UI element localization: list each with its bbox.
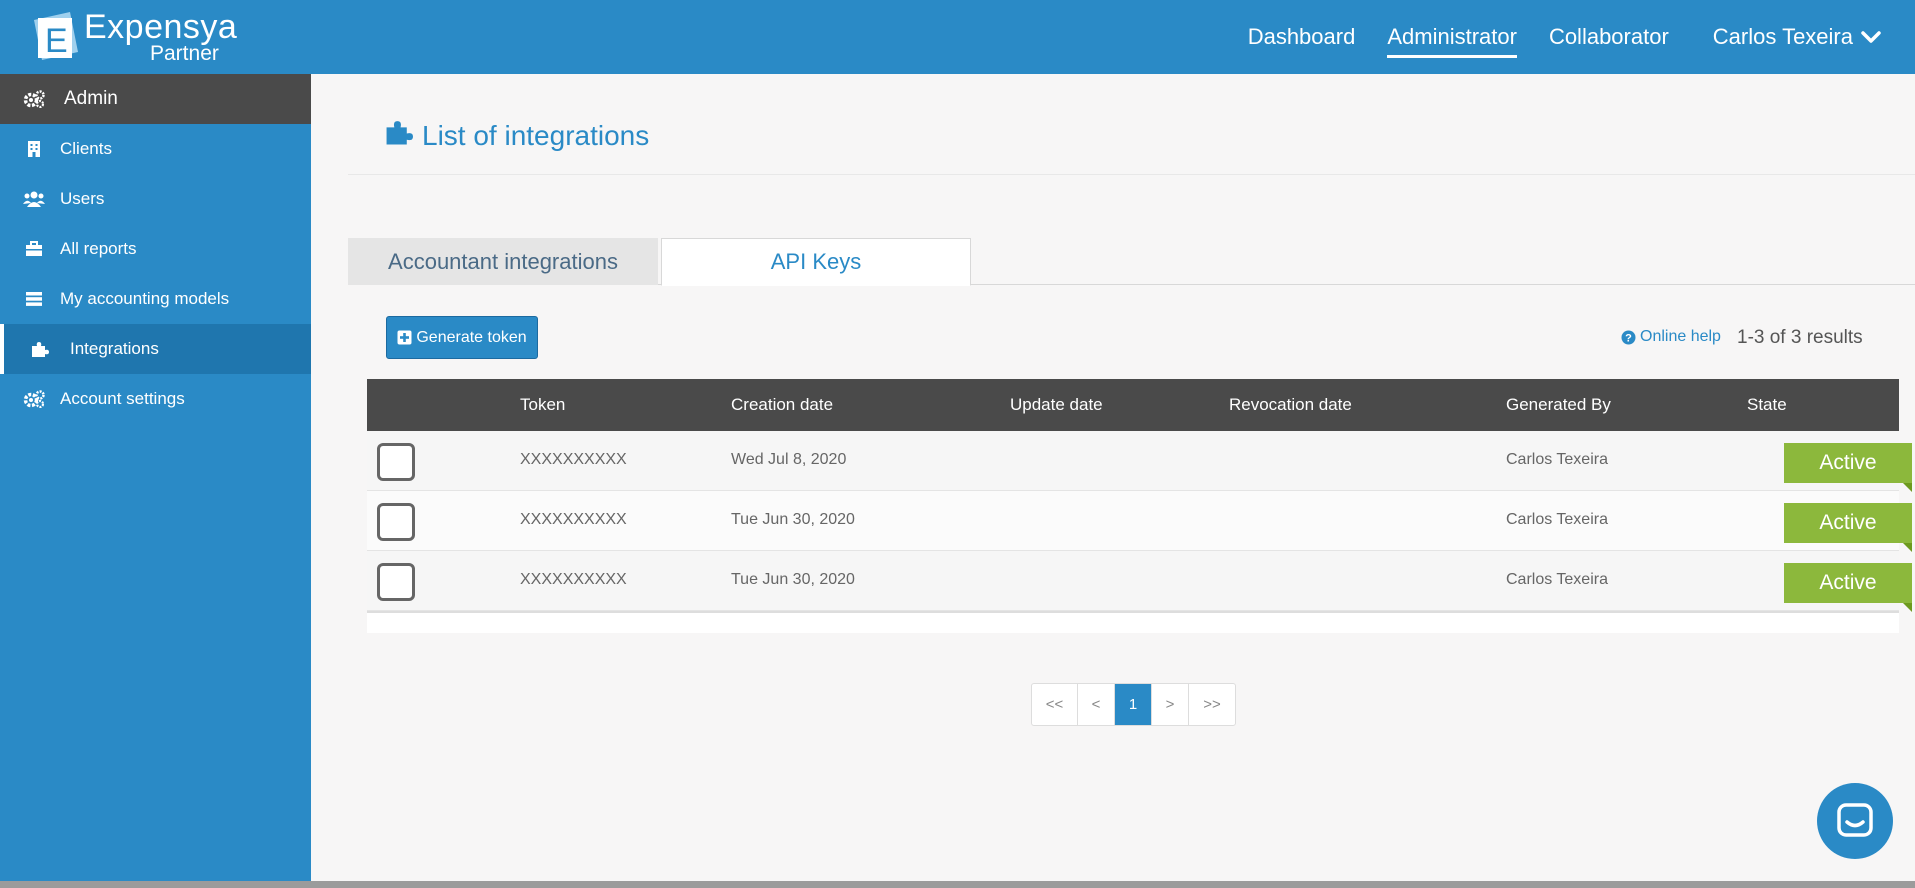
expensya-logo[interactable]: E bbox=[28, 8, 84, 64]
user-name: Carlos Texeira bbox=[1712, 24, 1853, 49]
tab-accountant-integrations[interactable]: Accountant integrations bbox=[348, 238, 658, 285]
gears-icon bbox=[22, 89, 46, 109]
online-help-link[interactable]: ? Online help bbox=[1621, 328, 1721, 346]
sidebar-item-label: Clients bbox=[60, 139, 112, 158]
sidebar-item-admin[interactable]: Admin bbox=[0, 74, 311, 124]
generated-by-cell: Carlos Texeira bbox=[1506, 571, 1608, 588]
sidebar-item-label: My accounting models bbox=[60, 289, 230, 308]
status-badge: Active bbox=[1784, 563, 1912, 612]
creation-date-cell: Wed Jul 8, 2020 bbox=[731, 451, 847, 468]
puzzle-icon bbox=[384, 118, 414, 153]
nav-administrator[interactable]: Administrator bbox=[1387, 18, 1517, 58]
top-nav: Dashboard Administrator Collaborator Car… bbox=[1216, 0, 1881, 74]
page-button-current[interactable]: 1 bbox=[1115, 684, 1152, 725]
creation-date-cell: Tue Jun 30, 2020 bbox=[731, 571, 855, 588]
generate-token-label: Generate token bbox=[416, 328, 527, 346]
chat-launcher-button[interactable] bbox=[1817, 783, 1893, 859]
token-cell: XXXXXXXXXX bbox=[520, 451, 627, 468]
sidebar-item-clients[interactable]: Clients bbox=[0, 124, 311, 174]
row-checkbox[interactable] bbox=[377, 443, 415, 481]
building-icon bbox=[22, 139, 46, 159]
sidebar-item-integrations[interactable]: Integrations bbox=[0, 324, 311, 374]
online-help-label: Online help bbox=[1640, 328, 1721, 345]
prev-page-button[interactable]: < bbox=[1078, 684, 1115, 725]
table-row[interactable]: XXXXXXXXXX Tue Jun 30, 2020 Carlos Texei… bbox=[367, 491, 1912, 552]
column-header-creation-date[interactable]: Creation date bbox=[731, 395, 833, 415]
page-title: List of integrations bbox=[384, 118, 649, 153]
results-count: 1-3 of 3 results bbox=[1737, 327, 1863, 348]
plus-square-icon bbox=[397, 330, 412, 345]
generated-by-cell: Carlos Texeira bbox=[1506, 511, 1608, 528]
row-checkbox[interactable] bbox=[377, 503, 415, 541]
column-header-generated-by[interactable]: Generated By bbox=[1506, 395, 1611, 415]
last-page-button[interactable]: >> bbox=[1189, 684, 1235, 725]
list-icon bbox=[22, 289, 46, 309]
column-header-update-date[interactable]: Update date bbox=[1010, 395, 1103, 415]
table-row[interactable]: XXXXXXXXXX Tue Jun 30, 2020 Carlos Texei… bbox=[367, 551, 1912, 612]
chat-icon bbox=[1837, 803, 1873, 837]
chevron-down-icon bbox=[1861, 31, 1881, 43]
gears-icon bbox=[22, 389, 46, 409]
pagination: << < 1 > >> bbox=[1031, 683, 1236, 726]
sidebar-item-label: Integrations bbox=[70, 339, 159, 358]
top-bar: E Expensya Partner Dashboard Administrat… bbox=[0, 0, 1915, 74]
question-circle-icon: ? bbox=[1621, 330, 1636, 344]
puzzle-icon bbox=[28, 339, 52, 359]
nav-collaborator[interactable]: Collaborator bbox=[1549, 18, 1669, 56]
column-header-state[interactable]: State bbox=[1747, 395, 1787, 415]
sidebar-item-label: Admin bbox=[64, 88, 118, 109]
generate-token-button[interactable]: Generate token bbox=[386, 316, 538, 359]
svg-text:E: E bbox=[45, 22, 68, 60]
brand-subtitle: Partner bbox=[150, 42, 219, 65]
status-badge: Active bbox=[1784, 503, 1912, 552]
users-icon bbox=[22, 189, 46, 209]
sidebar-item-label: Account settings bbox=[60, 389, 185, 408]
first-page-button[interactable]: << bbox=[1032, 684, 1078, 725]
column-header-token[interactable]: Token bbox=[520, 395, 565, 415]
api-keys-table: Token Creation date Update date Revocati… bbox=[367, 379, 1912, 633]
sidebar-item-all-reports[interactable]: All reports bbox=[0, 224, 311, 274]
page-title-text: List of integrations bbox=[422, 119, 650, 151]
generated-by-cell: Carlos Texeira bbox=[1506, 451, 1608, 468]
divider bbox=[367, 611, 1899, 613]
row-checkbox[interactable] bbox=[377, 563, 415, 601]
next-page-button[interactable]: > bbox=[1152, 684, 1189, 725]
table-row[interactable]: XXXXXXXXXX Wed Jul 8, 2020 Carlos Texeir… bbox=[367, 431, 1912, 492]
brand-title: Expensya bbox=[84, 8, 238, 46]
sidebar-item-label: Users bbox=[60, 189, 105, 208]
user-menu[interactable]: Carlos Texeira bbox=[1713, 18, 1881, 56]
status-badge: Active bbox=[1784, 443, 1912, 492]
tab-api-keys[interactable]: API Keys bbox=[661, 238, 971, 286]
sidebar-item-account-settings[interactable]: Account settings bbox=[0, 374, 311, 424]
column-header-revocation-date[interactable]: Revocation date bbox=[1229, 395, 1352, 415]
creation-date-cell: Tue Jun 30, 2020 bbox=[731, 511, 855, 528]
sidebar-item-label: All reports bbox=[60, 239, 137, 258]
brand-name: Expensya Partner bbox=[84, 10, 237, 64]
nav-dashboard[interactable]: Dashboard bbox=[1248, 18, 1356, 56]
sidebar-item-accounting-models[interactable]: My accounting models bbox=[0, 274, 311, 324]
divider bbox=[348, 174, 1915, 175]
svg-text:?: ? bbox=[1625, 332, 1632, 344]
token-cell: XXXXXXXXXX bbox=[520, 511, 627, 528]
table-header: Token Creation date Update date Revocati… bbox=[367, 379, 1899, 431]
window-bottom-bar bbox=[0, 881, 1915, 888]
token-cell: XXXXXXXXXX bbox=[520, 571, 627, 588]
sidebar-item-users[interactable]: Users bbox=[0, 174, 311, 224]
briefcase-icon bbox=[22, 239, 46, 259]
sidebar: Admin Clients Users All reports My accou… bbox=[0, 74, 311, 888]
